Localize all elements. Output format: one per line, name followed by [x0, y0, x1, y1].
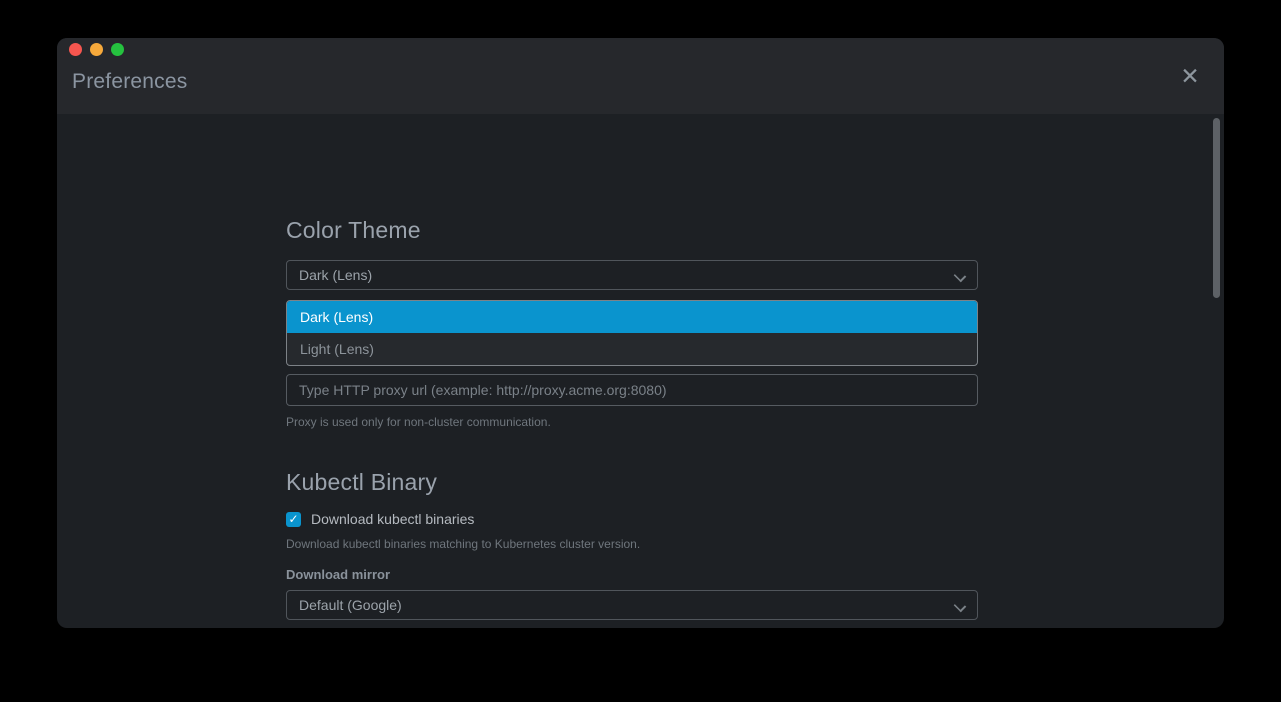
chevron-down-icon	[955, 270, 965, 280]
page-title: Preferences	[72, 70, 187, 94]
titlebar: Preferences ✕	[57, 38, 1224, 114]
http-proxy-helper: Proxy is used only for non-cluster commu…	[286, 415, 978, 429]
download-kubectl-label: Download kubectl binaries	[311, 511, 474, 527]
download-mirror-select-value: Default (Google)	[299, 597, 955, 613]
download-kubectl-helper: Download kubectl binaries matching to Ku…	[286, 537, 978, 551]
color-theme-select-value: Dark (Lens)	[299, 267, 955, 283]
dropdown-option-dark-lens[interactable]: Dark (Lens)	[287, 301, 977, 333]
minimize-window-dot-icon[interactable]	[90, 43, 103, 56]
color-theme-select[interactable]: Dark (Lens)	[286, 260, 978, 290]
kubectl-binary-heading: Kubectl Binary	[286, 469, 978, 496]
vertical-scrollbar[interactable]	[1213, 118, 1220, 298]
preferences-window: Preferences ✕ Color Theme Dark (Lens) Da…	[57, 38, 1224, 628]
traffic-lights	[69, 43, 124, 56]
dropdown-option-light-lens[interactable]: Light (Lens)	[287, 333, 977, 365]
chevron-down-icon	[955, 600, 965, 610]
preferences-content: Color Theme Dark (Lens) Dark (Lens) Ligh…	[57, 114, 1224, 628]
download-mirror-select[interactable]: Default (Google)	[286, 590, 978, 620]
color-theme-heading: Color Theme	[286, 217, 978, 244]
zoom-window-dot-icon[interactable]	[111, 43, 124, 56]
checkbox-checked-icon[interactable]: ✓	[286, 512, 301, 527]
download-mirror-label: Download mirror	[286, 567, 978, 582]
http-proxy-input[interactable]: Type HTTP proxy url (example: http://pro…	[286, 374, 978, 406]
close-window-dot-icon[interactable]	[69, 43, 82, 56]
close-icon[interactable]: ✕	[1176, 62, 1204, 90]
download-kubectl-checkbox-row[interactable]: ✓ Download kubectl binaries	[286, 511, 978, 527]
http-proxy-placeholder: Type HTTP proxy url (example: http://pro…	[299, 382, 667, 398]
color-theme-dropdown-menu: Dark (Lens) Light (Lens)	[286, 300, 978, 366]
